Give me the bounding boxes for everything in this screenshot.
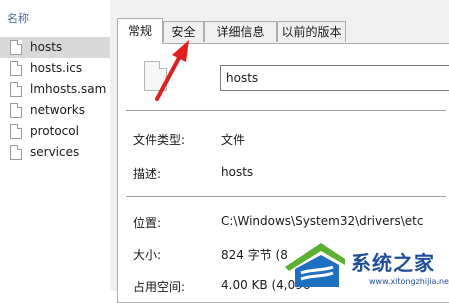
house-logo-icon xyxy=(285,243,345,287)
watermark-logo: 系统之家 www.xitongzhijia.net xyxy=(281,237,449,291)
watermark-url: www.xitongzhijia.net xyxy=(369,277,449,286)
tab-general[interactable]: 常规 xyxy=(117,18,163,44)
watermark-text: 系统之家 xyxy=(351,251,435,275)
